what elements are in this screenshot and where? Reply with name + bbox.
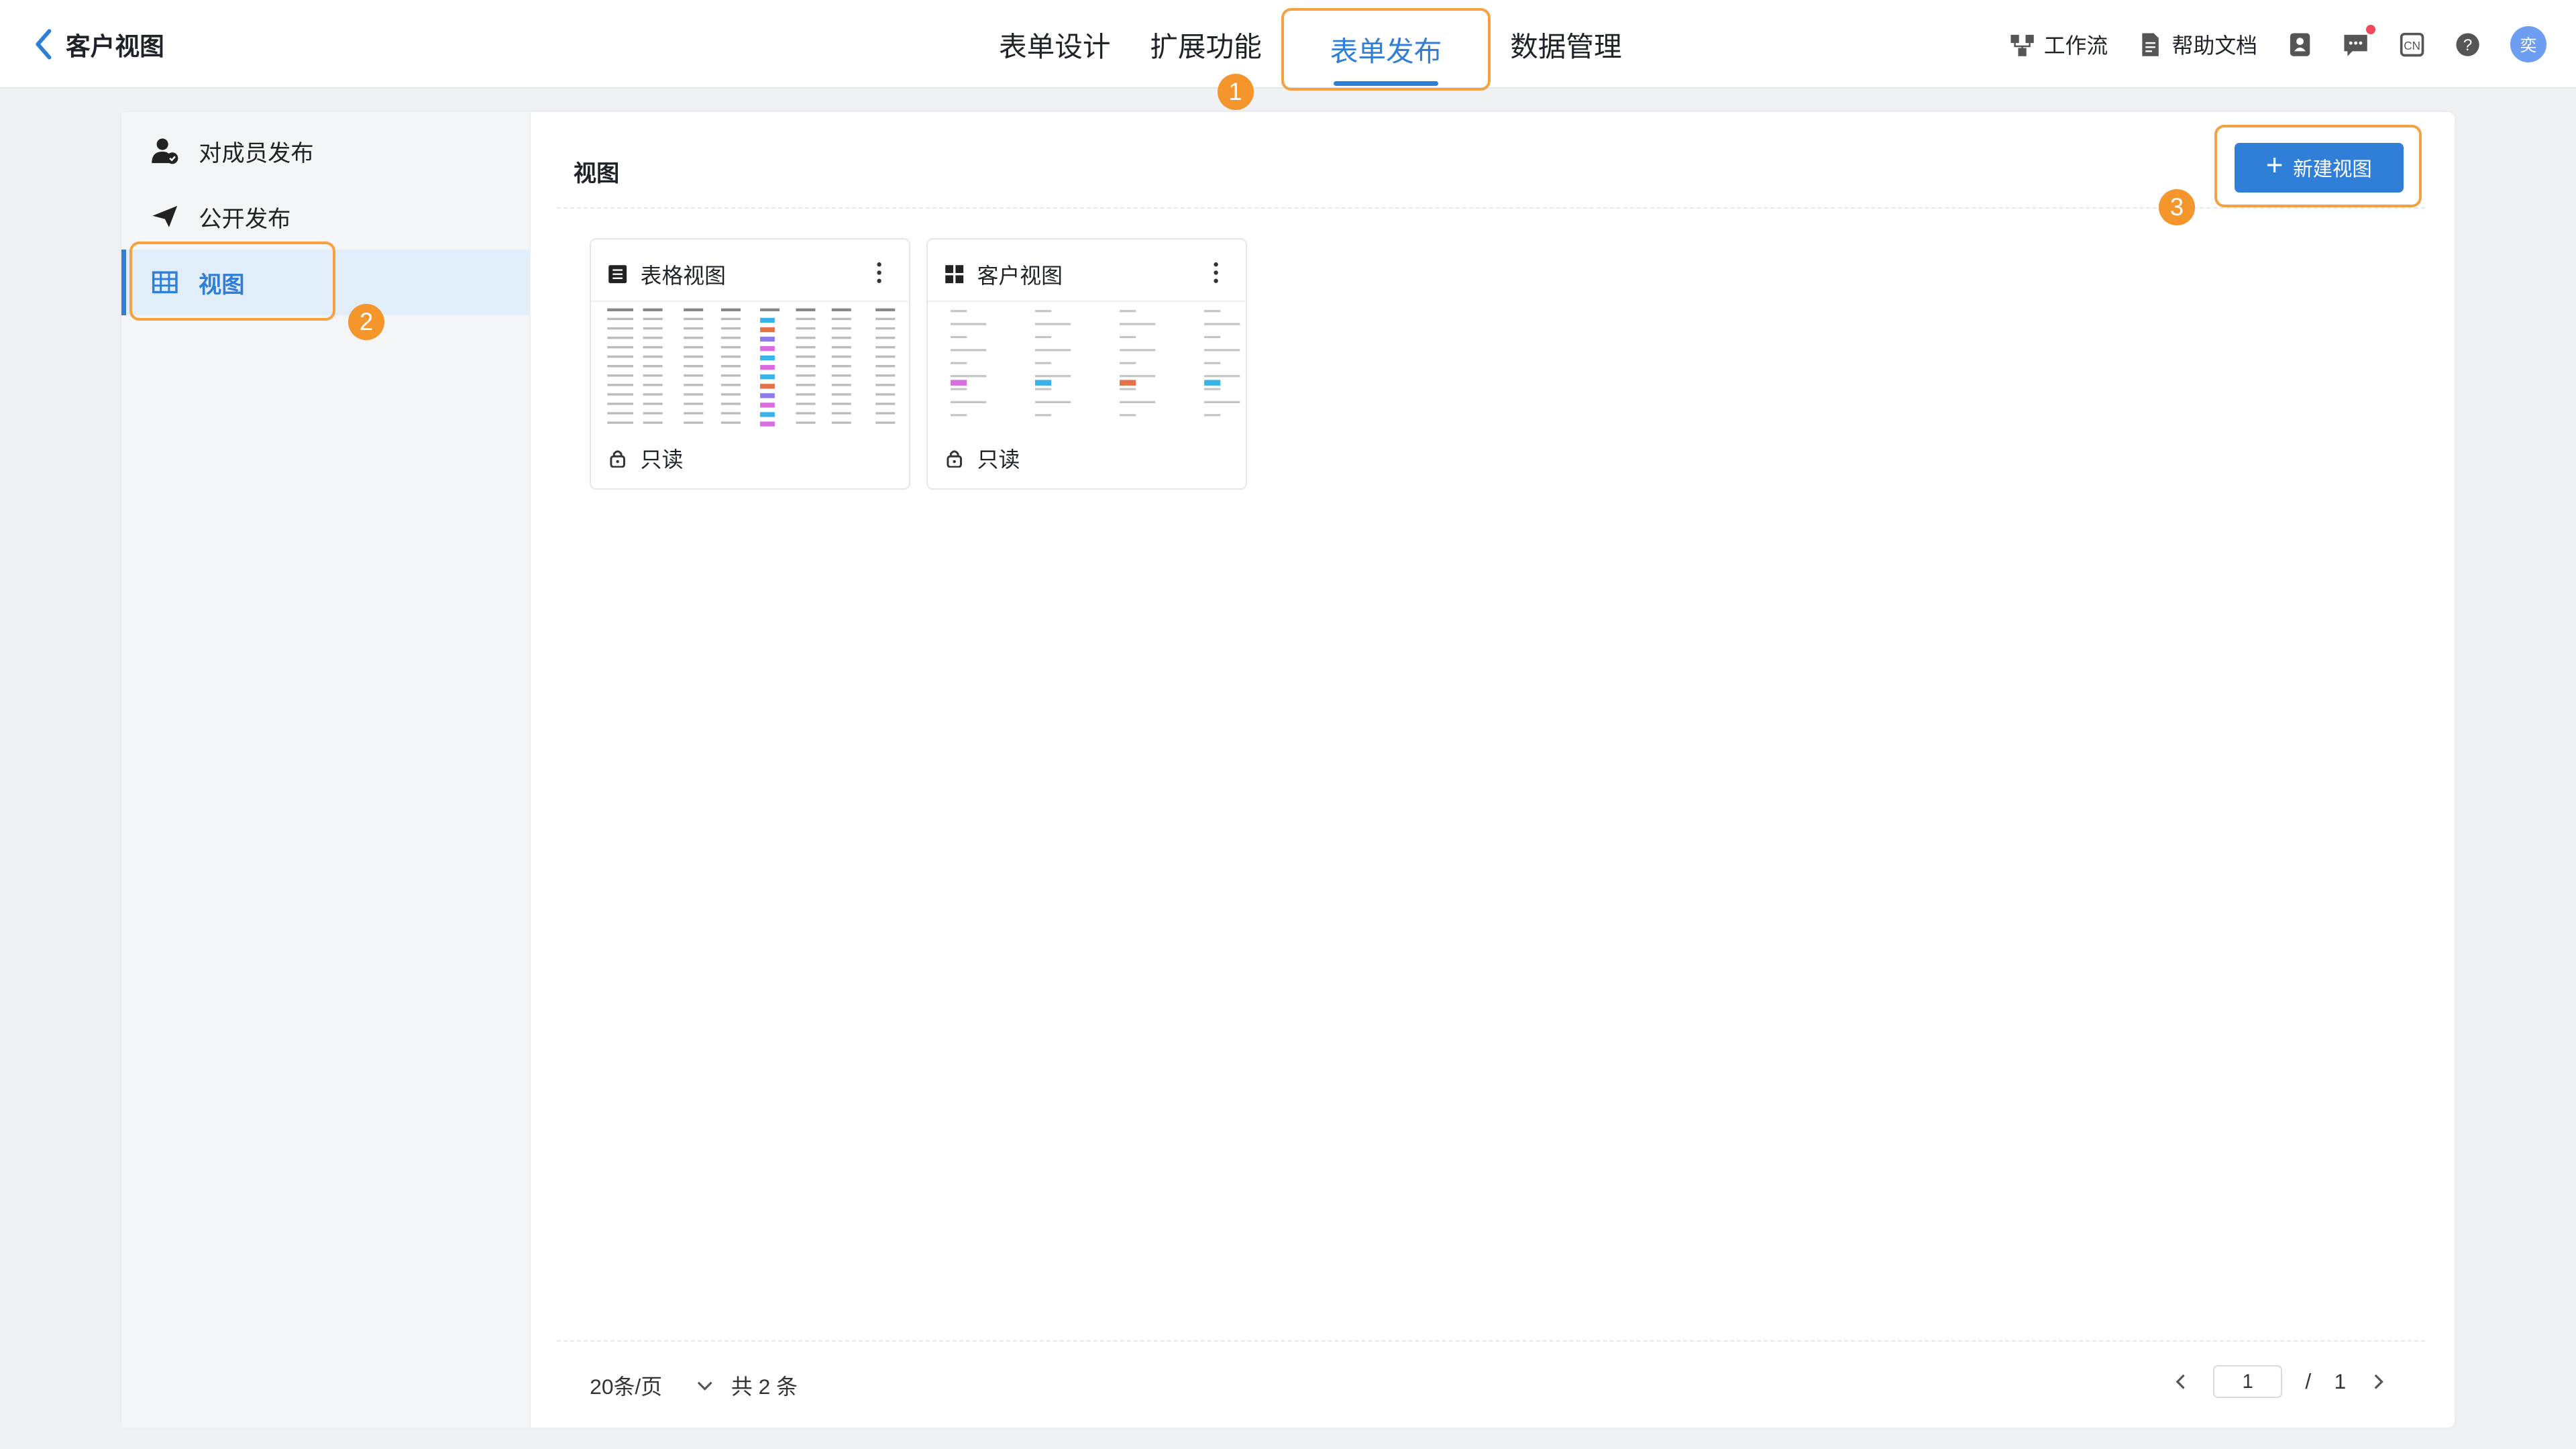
lock-icon [947, 450, 962, 468]
chevron-down-icon [697, 1381, 712, 1391]
access-label: 只读 [977, 447, 1020, 472]
language-button[interactable]: CN [2399, 32, 2425, 58]
divider [557, 207, 2425, 209]
help-docs-label: 帮助文档 [2171, 34, 2257, 58]
header-tools: 工作流 帮助文档 CN ? 奕 [2009, 24, 2546, 64]
page-size-select[interactable]: 20条/页 [590, 1370, 714, 1401]
pagination-controls: 1 / 1 [2171, 1365, 2389, 1399]
views-content: 视图 + 新建视图 表格视图 只读 客户视图 只读 20条/页 共 2 条 1 … [557, 112, 2455, 1428]
workflow-icon [2010, 34, 2035, 56]
contacts-button[interactable] [2287, 32, 2313, 58]
table-preview-thumbnail [591, 300, 908, 427]
tab-form-design[interactable]: 表单设计 [979, 0, 1130, 89]
svg-text:?: ? [2463, 36, 2473, 54]
access-label: 只读 [640, 447, 684, 472]
workflow-button[interactable]: 工作流 [2009, 29, 2108, 60]
chevron-right-icon[interactable] [2369, 1372, 2388, 1391]
total-pages: 1 [2334, 1369, 2347, 1394]
new-view-label: 新建视图 [2293, 158, 2372, 180]
help-docs-button[interactable]: 帮助文档 [2137, 29, 2257, 60]
sidebar: 对成员发布 公开发布 视图 [121, 111, 531, 1428]
more-icon[interactable] [1203, 256, 1229, 289]
message-icon [2344, 34, 2368, 56]
card-footer: 只读 [945, 443, 1020, 474]
top-bar: 客户视图 表单设计 扩展功能 表单发布 数据管理 工作流 帮助文档 CN ? 奕 [0, 0, 2576, 91]
section-title: 视图 [573, 161, 620, 187]
page-separator: / [2305, 1369, 2312, 1394]
tab-form-publish[interactable]: 表单发布 [1281, 8, 1491, 91]
total-count: 共 2 条 [731, 1375, 798, 1399]
sidebar-item-public-publish[interactable]: 公开发布 [121, 184, 529, 250]
chevron-left-icon [36, 29, 52, 60]
send-icon [152, 206, 178, 228]
page-title: 客户视图 [65, 33, 164, 61]
workflow-label: 工作流 [2043, 34, 2108, 58]
lock-icon [610, 450, 625, 468]
card-header: 客户视图 [945, 259, 1230, 288]
messages-button[interactable] [2343, 24, 2376, 58]
view-card-customer[interactable]: 客户视图 只读 [926, 238, 1247, 490]
view-card-table[interactable]: 表格视图 只读 [590, 238, 910, 490]
language-icon: CN [2400, 32, 2424, 56]
back-button[interactable]: 客户视图 [33, 26, 164, 62]
sidebar-item-label: 对成员发布 [199, 141, 314, 167]
card-title: 表格视图 [640, 263, 726, 288]
sidebar-item-label: 公开发布 [199, 207, 291, 233]
tab-extensions[interactable]: 扩展功能 [1130, 0, 1281, 89]
chevron-left-icon[interactable] [2171, 1372, 2190, 1391]
new-view-button[interactable]: + 新建视图 [2234, 143, 2404, 193]
avatar[interactable]: 奕 [2510, 26, 2546, 63]
app-root: 客户视图 表单设计 扩展功能 表单发布 数据管理 工作流 帮助文档 CN ? 奕… [0, 0, 2576, 1449]
help-button[interactable]: ? [2455, 32, 2481, 58]
card-header: 表格视图 [608, 259, 893, 288]
tab-data-management[interactable]: 数据管理 [1491, 0, 1642, 89]
user-publish-icon [152, 138, 178, 164]
notification-dot [2365, 24, 2376, 35]
card-title: 客户视图 [977, 263, 1063, 288]
document-icon [2142, 32, 2159, 56]
list-icon [608, 265, 627, 283]
page-size-value: 20条/页 [590, 1375, 663, 1399]
grid-icon [945, 265, 963, 283]
more-icon[interactable] [866, 256, 892, 289]
main-panel: 对成员发布 公开发布 视图 视图 + 新建视图 表格视图 只读 客户视图 只读 … [121, 111, 2455, 1428]
card-preview-thumbnail [928, 300, 1245, 417]
divider [557, 1340, 2425, 1342]
view-cards: 表格视图 只读 客户视图 只读 [590, 238, 1247, 490]
highlight-box [129, 241, 335, 321]
contacts-icon [2290, 32, 2310, 56]
step-badge-1: 1 [1217, 74, 1254, 111]
card-footer: 只读 [608, 443, 684, 474]
sidebar-item-member-publish[interactable]: 对成员发布 [121, 118, 529, 184]
step-badge-2: 2 [348, 304, 385, 340]
main-tabs: 表单设计 扩展功能 表单发布 数据管理 [979, 0, 1642, 91]
page-number-input[interactable]: 1 [2213, 1365, 2283, 1399]
pagination-info: 20条/页 共 2 条 [590, 1370, 798, 1401]
plus-icon: + [2265, 149, 2284, 182]
question-icon: ? [2456, 32, 2479, 56]
svg-text:CN: CN [2404, 38, 2420, 52]
step-badge-3: 3 [2158, 189, 2195, 225]
